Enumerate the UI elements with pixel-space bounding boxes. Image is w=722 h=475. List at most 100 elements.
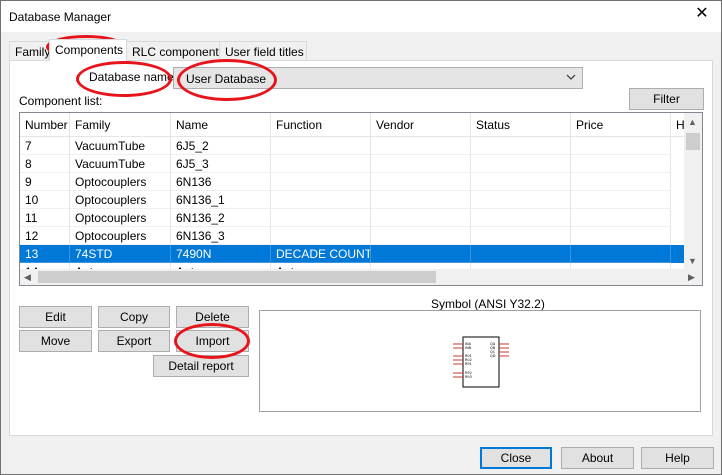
cell-status <box>471 227 571 245</box>
table-row[interactable]: 8 VacuumTube 6J5_3 <box>20 155 684 173</box>
scroll-up-icon[interactable]: ▲ <box>688 117 697 127</box>
cell-status <box>471 173 571 191</box>
cell-status <box>471 245 571 263</box>
database-manager-window: Database Manager ✕ Family Components RLC… <box>0 0 722 475</box>
scroll-left-icon[interactable]: ◀ <box>24 272 31 282</box>
cell-function <box>271 137 371 155</box>
tab-components[interactable]: Components <box>49 39 127 61</box>
column-header-number[interactable]: Number <box>20 113 70 137</box>
move-button[interactable]: Move <box>19 330 92 352</box>
column-header-family[interactable]: Family <box>70 113 171 137</box>
cell-number: 12 <box>20 227 70 245</box>
ic-symbol-icon: INAINB R01R02R91 R92R93 QAQB QCQD <box>453 336 509 388</box>
cell-family: 74STD <box>70 245 171 263</box>
horizontal-scrollbar[interactable]: ◀ ▶ <box>20 269 702 285</box>
cell-family: VacuumTube <box>70 137 171 155</box>
column-header-h[interactable]: H <box>671 113 685 137</box>
cell-function <box>271 227 371 245</box>
chevron-down-icon <box>566 74 576 80</box>
column-header-name[interactable]: Name <box>171 113 271 137</box>
table-row[interactable]: 9 Optocouplers 6N136 <box>20 173 684 191</box>
cell-function <box>271 191 371 209</box>
cell-family: VacuumTube <box>70 155 171 173</box>
cell-status <box>471 155 571 173</box>
close-button[interactable]: Close <box>480 447 552 469</box>
symbol-label: Symbol (ANSI Y32.2) <box>431 297 545 311</box>
cell-name: 6N136 <box>171 173 271 191</box>
component-list[interactable]: Number Family Name Function Vendor Statu… <box>19 112 703 286</box>
cell-vendor <box>371 227 471 245</box>
column-header-price[interactable]: Price <box>571 113 671 137</box>
cell-name: 6N136_1 <box>171 191 271 209</box>
cell-family: Optocouplers <box>70 191 171 209</box>
cell-function <box>271 209 371 227</box>
tab-rlc-components[interactable]: RLC components <box>126 41 225 61</box>
cell-price <box>571 227 671 245</box>
cell-family: Optocouplers <box>70 173 171 191</box>
close-icon[interactable]: ✕ <box>695 6 709 22</box>
cell-number: 10 <box>20 191 70 209</box>
horizontal-scroll-thumb[interactable] <box>38 271 436 283</box>
annotation-ellipse <box>177 59 277 101</box>
column-header-vendor[interactable]: Vendor <box>371 113 471 137</box>
table-row[interactable]: 7 VacuumTube 6J5_2 <box>20 137 684 155</box>
annotation-ellipse <box>174 323 250 359</box>
cell-vendor <box>371 137 471 155</box>
help-button[interactable]: Help <box>641 447 714 469</box>
cell-family: Optocouplers <box>70 227 171 245</box>
cell-vendor <box>371 191 471 209</box>
cell-family: Optocouplers <box>70 209 171 227</box>
cell-price <box>571 155 671 173</box>
about-button[interactable]: About <box>561 447 634 469</box>
cell-function <box>271 173 371 191</box>
cell-number: 7 <box>20 137 70 155</box>
cell-status <box>471 209 571 227</box>
scroll-right-icon[interactable]: ▶ <box>688 272 695 282</box>
list-header: Number Family Name Function Vendor Statu… <box>20 113 685 137</box>
cell-vendor <box>371 209 471 227</box>
column-header-status[interactable]: Status <box>471 113 571 137</box>
cell-function: DECADE COUNTER <box>271 245 371 263</box>
tab-user-field-titles[interactable]: User field titles <box>219 41 307 61</box>
table-row[interactable]: 12 Optocouplers 6N136_3 <box>20 227 684 245</box>
edit-button[interactable]: Edit <box>19 306 92 328</box>
copy-button[interactable]: Copy <box>98 306 170 328</box>
cell-name: 7490N <box>171 245 271 263</box>
cell-number: 13 <box>20 245 70 263</box>
cell-name: 6J5_2 <box>171 137 271 155</box>
cell-name: 6J5_3 <box>171 155 271 173</box>
svg-text:R93: R93 <box>465 375 472 379</box>
tab-family[interactable]: Family <box>9 41 50 61</box>
column-header-function[interactable]: Function <box>271 113 371 137</box>
vertical-scrollbar[interactable]: ▲ ▼ <box>684 113 702 270</box>
cell-price <box>571 209 671 227</box>
window-title: Database Manager <box>9 10 112 24</box>
cell-name: 6N136_2 <box>171 209 271 227</box>
cell-price <box>571 191 671 209</box>
cell-number: 8 <box>20 155 70 173</box>
cell-vendor <box>371 173 471 191</box>
title-bar: Database Manager ✕ <box>1 1 721 32</box>
vertical-scroll-thumb[interactable] <box>686 133 700 150</box>
symbol-preview: INA INB R01 R02 R91 R92 R93 QA QB QC QD <box>259 310 701 412</box>
table-row-selected[interactable]: 13 74STD 7490N DECADE COUNTER <box>20 245 684 263</box>
filter-button[interactable]: Filter <box>629 88 704 110</box>
scroll-down-icon[interactable]: ▼ <box>688 256 697 266</box>
cell-function <box>271 155 371 173</box>
component-list-label: Component list: <box>19 94 103 108</box>
cell-number: 11 <box>20 209 70 227</box>
cell-number: 9 <box>20 173 70 191</box>
cell-price <box>571 173 671 191</box>
table-row[interactable]: 11 Optocouplers 6N136_2 <box>20 209 684 227</box>
svg-text:R91: R91 <box>465 362 472 366</box>
annotation-ellipse <box>76 61 172 97</box>
cell-vendor <box>371 155 471 173</box>
table-row[interactable]: 10 Optocouplers 6N136_1 <box>20 191 684 209</box>
cell-price <box>571 245 671 263</box>
svg-text:INB: INB <box>465 346 472 350</box>
cell-name: 6N136_3 <box>171 227 271 245</box>
cell-status <box>471 137 571 155</box>
cell-price <box>571 137 671 155</box>
export-button[interactable]: Export <box>98 330 170 352</box>
svg-text:QD: QD <box>490 354 496 358</box>
